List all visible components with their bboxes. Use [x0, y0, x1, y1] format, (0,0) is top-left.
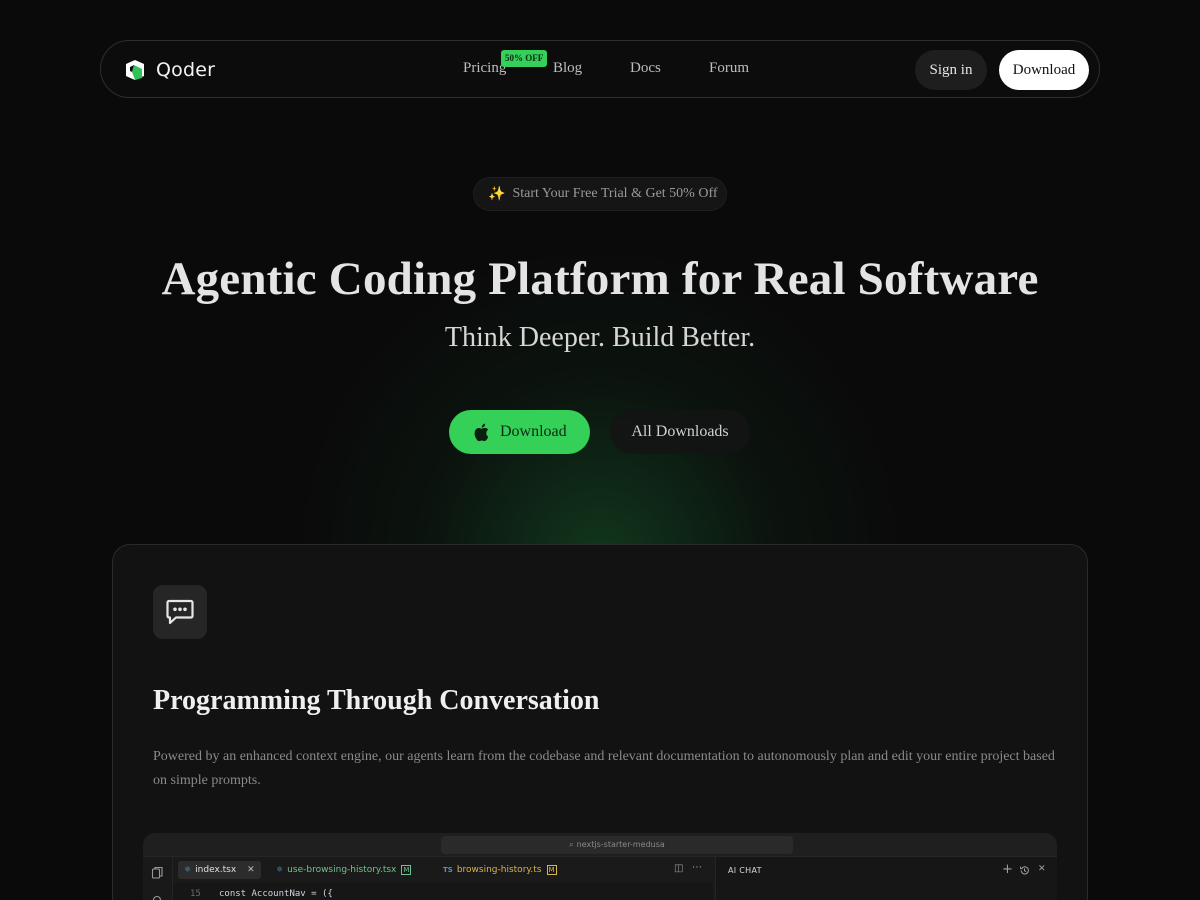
brand-name: Qoder	[156, 59, 216, 81]
editor-tab-bar: ⚛ index.tsx ✕ ⚛ use-browsing-history.tsx M …	[173, 857, 713, 883]
typescript-file-icon: TS	[443, 866, 453, 874]
free-trial-banner[interactable]: ✨ Start Your Free Trial & Get 50% Off	[473, 177, 727, 211]
modified-badge: M	[546, 864, 557, 875]
line-number: 15	[190, 889, 201, 899]
hero-title: Agentic Coding Platform for Real Softwar…	[161, 253, 1039, 305]
close-panel-icon[interactable]: ✕	[1038, 864, 1046, 874]
more-actions-icon[interactable]: ⋯	[692, 862, 702, 873]
react-file-icon: ⚛	[184, 865, 192, 874]
editor-tab-index[interactable]: ⚛ index.tsx ✕	[178, 861, 261, 879]
sparkle-icon: ✨	[488, 186, 506, 202]
hero-download-label: Download	[500, 423, 567, 440]
apple-icon	[474, 423, 489, 441]
editor-search-text: nextjs-starter-medusa	[576, 840, 665, 849]
nav-link-docs[interactable]: Docs	[630, 60, 661, 77]
chat-bubble-icon	[153, 585, 207, 639]
nav-download-button[interactable]: Download	[999, 50, 1089, 90]
nav-link-forum[interactable]: Forum	[709, 60, 749, 77]
react-file-icon: ⚛	[276, 865, 284, 874]
modified-badge: M	[401, 864, 412, 875]
ai-chat-panel: AI CHAT + ✕	[715, 857, 1057, 900]
nav-link-pricing[interactable]: Pricing	[463, 60, 506, 77]
editor-tab-label: index.tsx	[195, 865, 237, 875]
feature-description: Powered by an enhanced context engine, o…	[153, 749, 1055, 788]
feature-title: Programming Through Conversation	[153, 685, 600, 716]
search-icon: ⌕	[569, 840, 574, 849]
history-icon[interactable]	[1019, 865, 1030, 876]
pricing-discount-badge: 50% OFF	[501, 50, 548, 67]
editor-search-bar[interactable]: ⌕ nextjs-starter-medusa	[441, 836, 793, 854]
top-navigation: Qoder Pricing 50% OFF Blog Docs Forum Si…	[100, 40, 1100, 98]
new-chat-icon[interactable]: +	[1002, 862, 1013, 877]
editor-activity-bar	[143, 857, 173, 900]
editor-titlebar: ⌕ nextjs-starter-medusa	[143, 833, 1057, 857]
brand-logo[interactable]: Qoder	[123, 57, 215, 83]
hero-subtitle: Think Deeper. Build Better.	[444, 322, 756, 353]
editor-tab-label: use-browsing-history.tsx	[287, 865, 397, 875]
code-line: const AccountNav = ({	[219, 889, 333, 899]
editor-code-area[interactable]: 15 const AccountNav = ({	[173, 883, 713, 900]
editor-tab-label: browsing-history.ts	[456, 865, 542, 875]
search-panel-icon[interactable]	[152, 895, 163, 900]
editor-tab-use-browsing-history[interactable]: ⚛ use-browsing-history.tsx M	[270, 861, 417, 879]
ai-chat-title: AI CHAT	[728, 866, 762, 875]
qoder-logo-icon	[126, 60, 144, 80]
close-tab-icon[interactable]: ✕	[247, 865, 255, 875]
files-icon[interactable]	[151, 866, 164, 879]
all-downloads-button[interactable]: All Downloads	[610, 410, 750, 454]
editor-tab-browsing-history[interactable]: TS browsing-history.ts M	[437, 861, 563, 879]
sign-in-button[interactable]: Sign in	[915, 50, 987, 90]
split-editor-icon[interactable]: ◫	[674, 863, 683, 874]
editor-preview: ⌕ nextjs-starter-medusa ⚛ index.tsx ✕ ⚛ use…	[143, 833, 1057, 900]
nav-link-blog[interactable]: Blog	[553, 60, 582, 77]
free-trial-text: Start Your Free Trial & Get 50% Off	[512, 186, 718, 201]
hero-download-button[interactable]: Download	[449, 410, 590, 454]
